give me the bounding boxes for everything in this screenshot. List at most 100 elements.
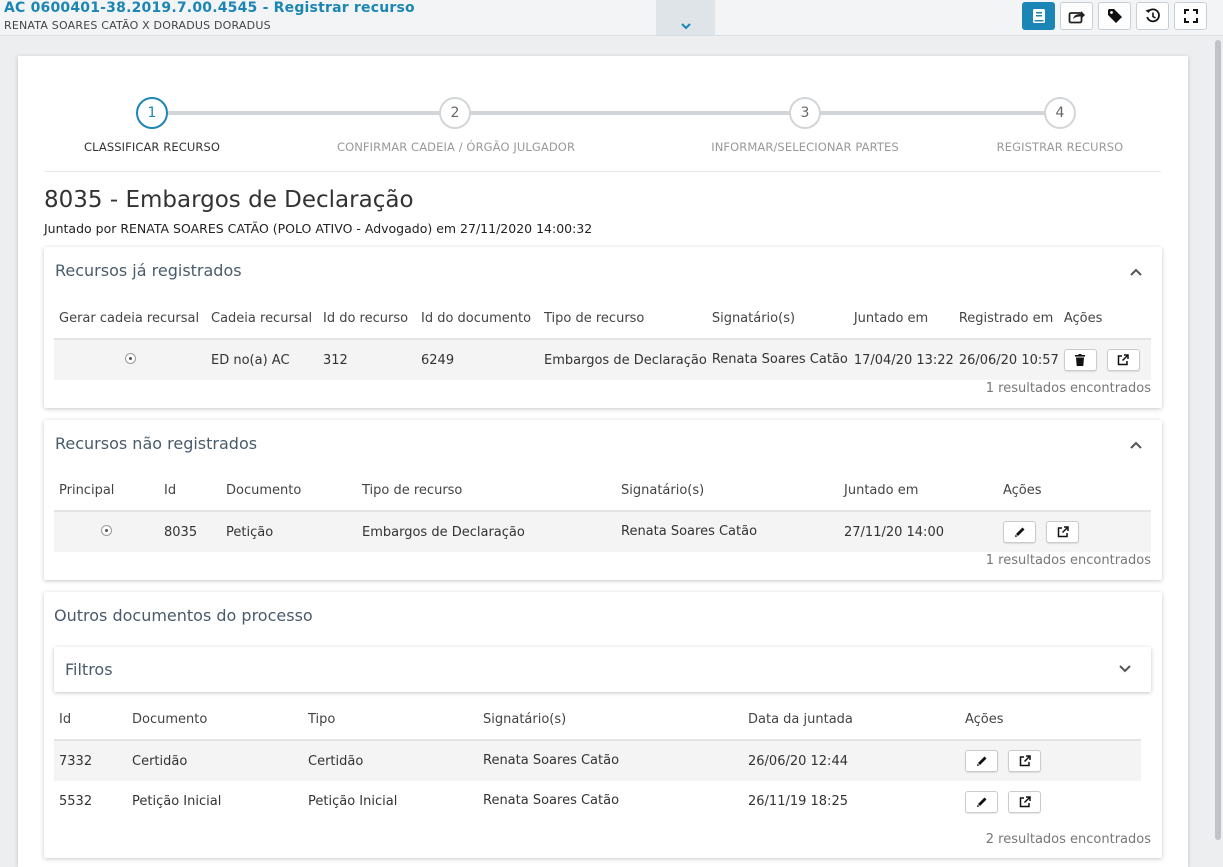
edit-button[interactable] xyxy=(1003,521,1036,543)
col-principal: Principal xyxy=(54,471,159,512)
wizard-stepper: 1 2 3 4 CLASSIFICAR RECURSO CONFIRMAR CA… xyxy=(18,96,1188,176)
registered-appeals-card: Recursos já registrados Gerar cadeia rec… xyxy=(44,247,1162,408)
cell-id: 5532 xyxy=(59,794,93,809)
tag-icon xyxy=(1107,9,1122,23)
other-documents-card: Outros documentos do processo Filtros Id… xyxy=(44,592,1162,858)
chevron-down-icon xyxy=(680,23,691,30)
col-id-documento: Id do documento xyxy=(416,299,539,340)
radio-button[interactable] xyxy=(124,352,136,364)
step-3-label: INFORMAR/SELECIONAR PARTES xyxy=(711,140,899,154)
edit-button[interactable] xyxy=(965,790,998,813)
results-count: 1 resultados encontrados xyxy=(985,553,1151,568)
col-tipo-recurso: Tipo de recurso xyxy=(539,299,707,340)
cell-signatario: Renata Soares Catão xyxy=(616,511,839,552)
step-2-label: CONFIRMAR CADEIA / ÓRGÃO JULGADOR xyxy=(336,140,576,154)
external-link-icon xyxy=(1057,526,1069,538)
table-row: 8035 Petição Embargos de Declaração Rena… xyxy=(54,511,1151,552)
col-acoes: Ações xyxy=(1058,299,1151,340)
registered-appeals-table: Gerar cadeia recursal Cadeia recursal Id… xyxy=(54,299,1151,380)
history-icon xyxy=(1145,8,1160,23)
radio-button[interactable] xyxy=(101,524,112,536)
cell-data: 26/06/20 12:44 xyxy=(743,740,960,781)
pencil-icon xyxy=(976,756,986,766)
main-panel: 1 2 3 4 CLASSIFICAR RECURSO CONFIRMAR CA… xyxy=(18,56,1188,867)
table-header-row: Id Documento Tipo Signatário(s) Data da … xyxy=(54,700,1141,741)
fullscreen-button[interactable] xyxy=(1174,2,1207,30)
col-tipo: Tipo xyxy=(303,700,478,741)
cell-documento: Certidão xyxy=(127,740,303,781)
step-4-label: REGISTRAR RECURSO xyxy=(996,140,1124,154)
pencil-icon xyxy=(1014,527,1024,537)
fullscreen-icon xyxy=(1183,9,1198,23)
unregistered-appeals-title: Recursos não registrados xyxy=(55,434,258,453)
cell-signatario: Renata Soares Catão xyxy=(483,793,620,808)
chevron-up-icon[interactable] xyxy=(1128,437,1144,453)
external-link-icon xyxy=(1019,795,1031,807)
cell-id: 8035 xyxy=(159,511,221,552)
open-external-button[interactable] xyxy=(1106,349,1140,371)
col-juntado: Juntado em xyxy=(848,299,954,340)
cell-acoes xyxy=(1058,339,1151,380)
delete-button[interactable] xyxy=(1063,349,1097,371)
scrollbar-thumb[interactable] xyxy=(1215,40,1221,840)
cell-signatario: Renata Soares Catão xyxy=(478,740,743,781)
stepper-track xyxy=(168,111,1058,115)
top-bar: AC 0600401-38.2019.7.00.4545 - Registrar… xyxy=(0,0,1223,36)
cell-tipo: Embargos de Declaração xyxy=(357,511,616,552)
cell-tipo: Petição Inicial xyxy=(308,794,398,809)
unregistered-appeals-table: Principal Id Documento Tipo de recurso S… xyxy=(54,471,1151,552)
col-acoes: Ações xyxy=(960,700,1141,741)
col-data-juntada: Data da juntada xyxy=(743,700,960,741)
col-registrado: Registrado em xyxy=(953,299,1059,340)
step-3-circle: 3 xyxy=(789,97,821,129)
cell-documento: Petição Inicial xyxy=(132,794,222,809)
cell-cadeia: ED no(a) AC xyxy=(206,339,318,380)
open-external-button[interactable] xyxy=(1008,750,1042,772)
edit-button[interactable] xyxy=(965,750,998,772)
open-external-button[interactable] xyxy=(1008,790,1042,813)
trash-icon xyxy=(1075,354,1086,366)
col-id-recurso: Id do recurso xyxy=(318,299,416,340)
tag-button[interactable] xyxy=(1098,2,1131,30)
col-signatario: Signatário(s) xyxy=(706,299,849,340)
col-signatario: Signatário(s) xyxy=(478,700,743,741)
cell-juntado: 27/11/20 14:00 xyxy=(839,511,998,552)
cell-id: 7332 xyxy=(54,740,127,781)
filters-panel[interactable]: Filtros xyxy=(54,647,1151,692)
col-id: Id xyxy=(54,700,127,741)
header-expand-toggle[interactable] xyxy=(656,0,715,35)
results-count: 2 resultados encontrados xyxy=(985,832,1151,847)
history-button[interactable] xyxy=(1136,2,1169,30)
process-parties: RENATA SOARES CATÃO X DORADUS DORADUS xyxy=(4,19,271,32)
other-documents-table: Id Documento Tipo Signatário(s) Data da … xyxy=(54,700,1141,822)
col-cadeia: Cadeia recursal xyxy=(206,299,318,340)
unregistered-appeals-card: Recursos não registrados Principal Id Do… xyxy=(44,420,1162,580)
other-documents-title: Outros documentos do processo xyxy=(54,606,313,625)
open-external-button[interactable] xyxy=(1046,521,1080,543)
cell-tipo: Certidão xyxy=(303,740,478,781)
col-gerar-cadeia: Gerar cadeia recursal xyxy=(54,299,206,340)
step-2-circle: 2 xyxy=(439,97,471,129)
book-button[interactable] xyxy=(1022,2,1055,30)
toolbar xyxy=(1022,2,1207,30)
share-button[interactable] xyxy=(1060,2,1093,30)
external-link-icon xyxy=(1019,755,1031,767)
table-row: 5532 Petição Inicial Petição Inicial Ren… xyxy=(54,781,1141,822)
cell-id-documento: 6249 xyxy=(416,339,539,380)
chevron-up-icon[interactable] xyxy=(1128,264,1144,280)
col-documento: Documento xyxy=(221,471,357,512)
table-row: ED no(a) AC 312 6249 Embargos de Declara… xyxy=(54,339,1151,380)
cell-acoes xyxy=(998,511,1151,552)
col-tipo-recurso: Tipo de recurso xyxy=(357,471,616,512)
process-title: AC 0600401-38.2019.7.00.4545 - Registrar… xyxy=(4,0,415,16)
table-row: 7332 Certidão Certidão Renata Soares Cat… xyxy=(54,740,1141,781)
cell-tipo: Embargos de Declaração xyxy=(539,339,707,380)
registered-appeals-title: Recursos já registrados xyxy=(55,261,242,280)
chevron-down-icon xyxy=(1119,665,1131,673)
cell-acoes xyxy=(960,740,1141,781)
page-title: 8035 - Embargos de Declaração xyxy=(44,187,414,213)
col-id: Id xyxy=(159,471,221,512)
results-count: 1 resultados encontrados xyxy=(985,381,1151,396)
col-juntado: Juntado em xyxy=(839,471,998,512)
pencil-icon xyxy=(976,797,986,807)
